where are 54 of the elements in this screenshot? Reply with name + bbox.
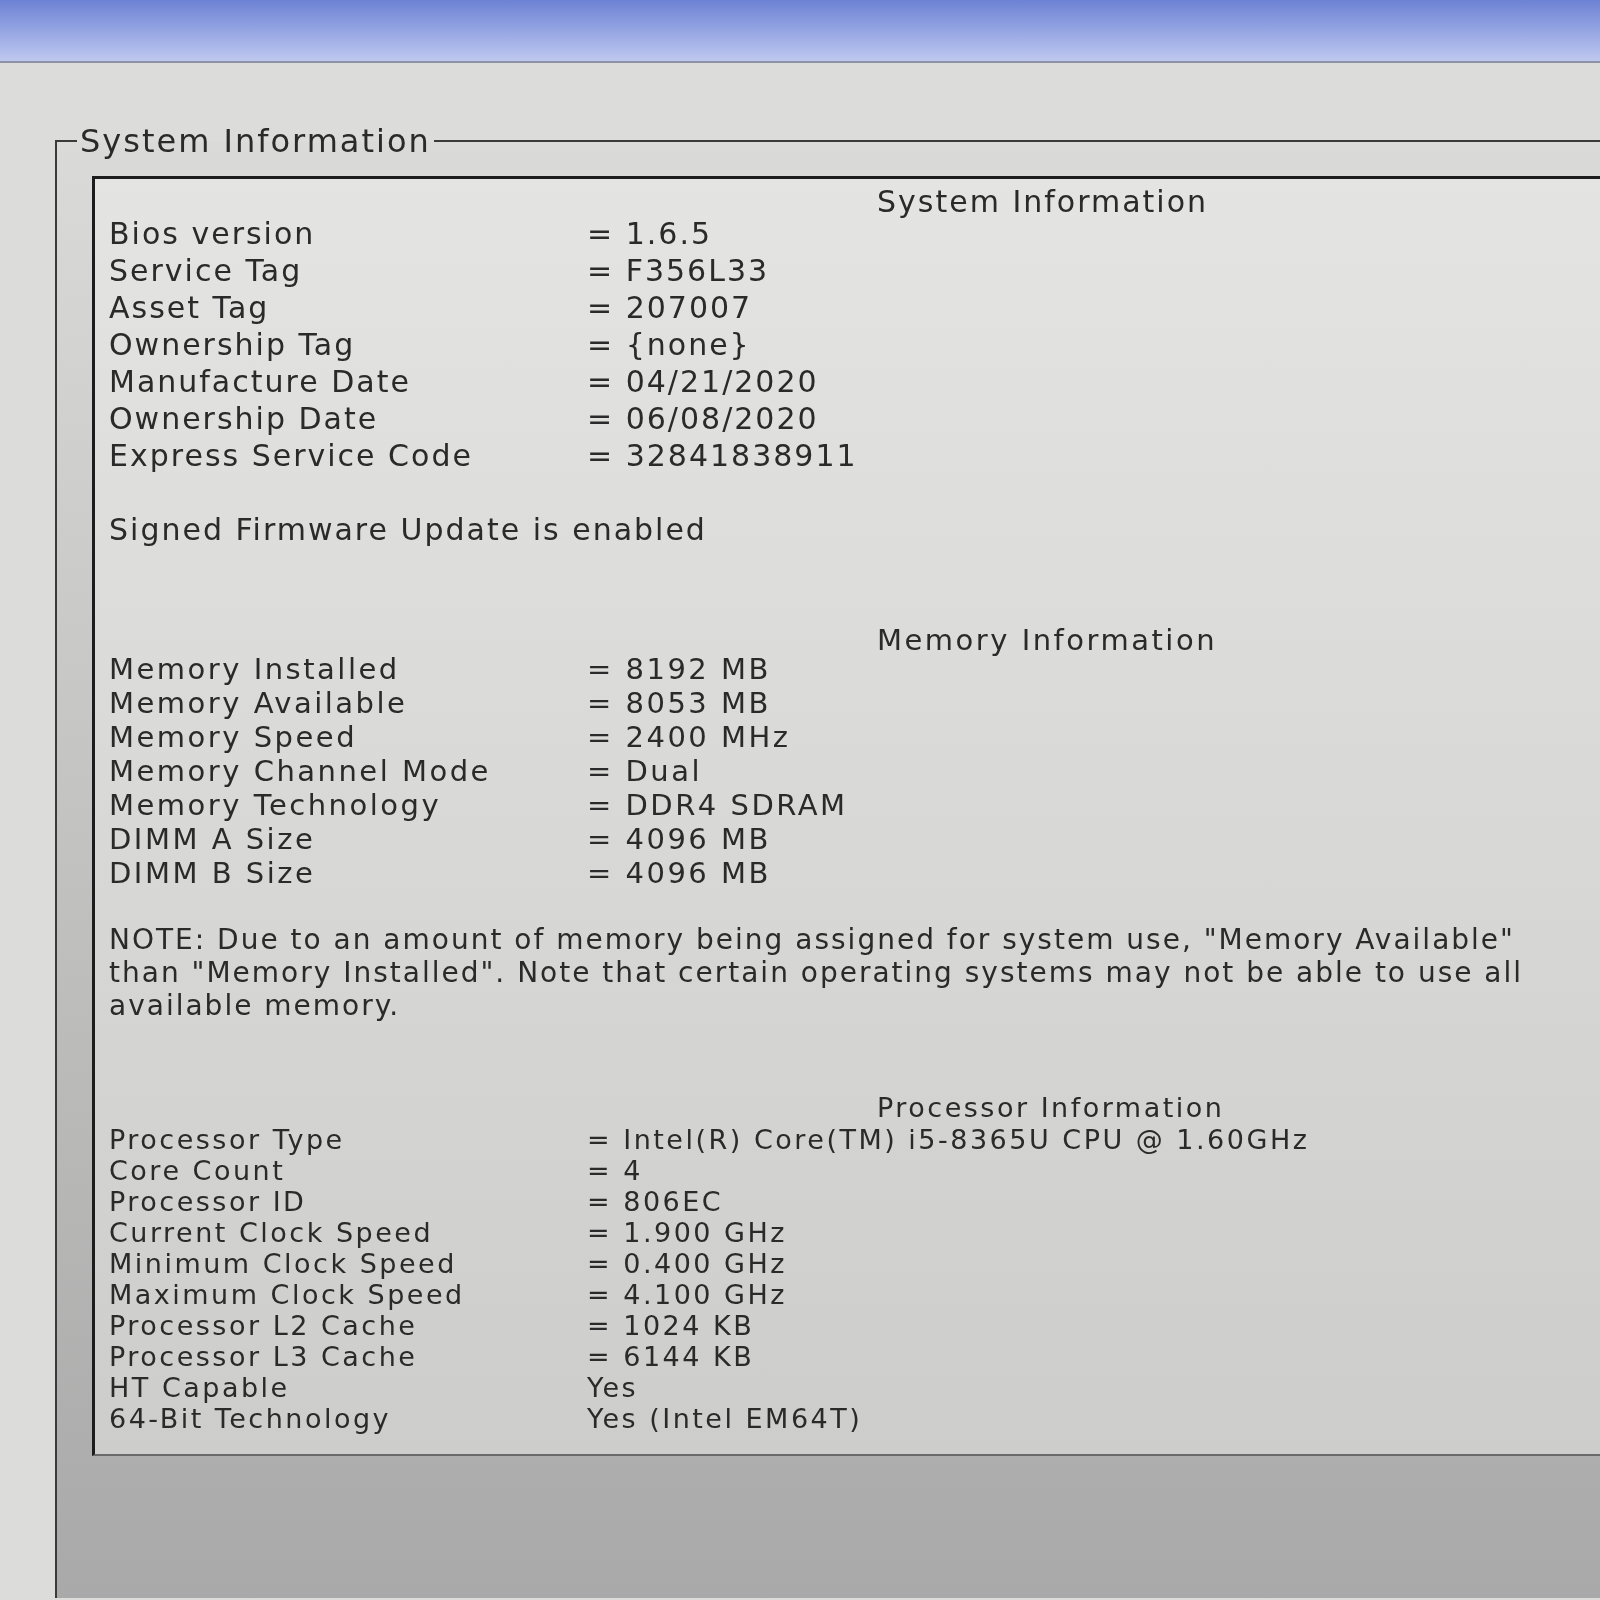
field-label: Memory Available bbox=[109, 686, 409, 720]
field-value: = 04/21/2020 bbox=[587, 363, 819, 400]
field-label: Current Clock Speed bbox=[109, 1217, 435, 1248]
field-value: = 8192 MB bbox=[587, 652, 771, 686]
field-value: = 8053 MB bbox=[587, 686, 771, 720]
field-label: Memory Installed bbox=[109, 652, 401, 686]
field-label: Ownership Date bbox=[109, 400, 380, 437]
field-label: Core Count bbox=[109, 1155, 287, 1186]
field-label: Service Tag bbox=[109, 252, 304, 289]
field-label: Processor L3 Cache bbox=[109, 1341, 419, 1372]
field-label: DIMM A Size bbox=[109, 822, 317, 856]
field-label: Minimum Clock Speed bbox=[109, 1248, 458, 1279]
field-value: Yes (Intel EM64T) bbox=[587, 1403, 863, 1434]
field-value: = {none} bbox=[587, 326, 751, 363]
status-text: Signed Firmware Update is enabled bbox=[109, 512, 707, 547]
field-value: = 06/08/2020 bbox=[587, 400, 819, 437]
field-value: = 0.400 GHz bbox=[587, 1248, 787, 1279]
field-label: Processor Type bbox=[109, 1124, 346, 1155]
field-label: Memory Speed bbox=[109, 720, 359, 754]
field-label: Ownership Tag bbox=[109, 326, 357, 363]
section-heading: System Information bbox=[877, 184, 1209, 219]
field-value: = 6144 KB bbox=[587, 1341, 755, 1372]
field-value: = DDR4 SDRAM bbox=[587, 788, 848, 822]
section-heading: Memory Information bbox=[877, 623, 1218, 657]
field-label: Processor L2 Cache bbox=[109, 1310, 419, 1341]
field-value: = 4 bbox=[587, 1155, 643, 1186]
field-label: Manufacture Date bbox=[109, 363, 412, 400]
note-text: NOTE: Due to an amount of memory being assigned for system use, "Memory Available" than "Memory Installed". Note that certain operating systems may not be able to use all available memory. bbox=[109, 923, 1524, 1022]
field-value: = 1.900 GHz bbox=[587, 1217, 787, 1248]
field-value: = F356L33 bbox=[587, 252, 770, 289]
field-label: 64-Bit Technology bbox=[109, 1403, 393, 1434]
field-value: = 1024 KB bbox=[587, 1310, 755, 1341]
field-label: DIMM B Size bbox=[109, 856, 317, 890]
field-value: = 806EC bbox=[587, 1186, 724, 1217]
section-heading: Processor Information bbox=[877, 1092, 1225, 1123]
field-label: Memory Channel Mode bbox=[109, 754, 492, 788]
field-value: = 32841838911 bbox=[587, 437, 858, 474]
field-label: HT Capable bbox=[109, 1372, 291, 1403]
field-value: = Intel(R) Core(TM) i5-8365U CPU @ 1.60GHz bbox=[587, 1124, 1310, 1155]
field-value: = 1.6.5 bbox=[587, 215, 712, 252]
field-label: Asset Tag bbox=[109, 289, 271, 326]
field-value: = 4096 MB bbox=[587, 856, 771, 890]
group-box-title: System Information bbox=[79, 123, 432, 159]
field-value: = Dual bbox=[587, 754, 703, 788]
field-value: Yes bbox=[587, 1372, 639, 1403]
field-label: Maximum Clock Speed bbox=[109, 1279, 466, 1310]
field-label: Express Service Code bbox=[109, 437, 474, 474]
field-label: Processor ID bbox=[109, 1186, 308, 1217]
field-value: = 2400 MHz bbox=[587, 720, 791, 754]
field-value: = 207007 bbox=[587, 289, 753, 326]
field-value: = 4.100 GHz bbox=[587, 1279, 787, 1310]
field-label: Bios version bbox=[109, 215, 317, 252]
field-value: = 4096 MB bbox=[587, 822, 771, 856]
field-label: Memory Technology bbox=[109, 788, 443, 822]
